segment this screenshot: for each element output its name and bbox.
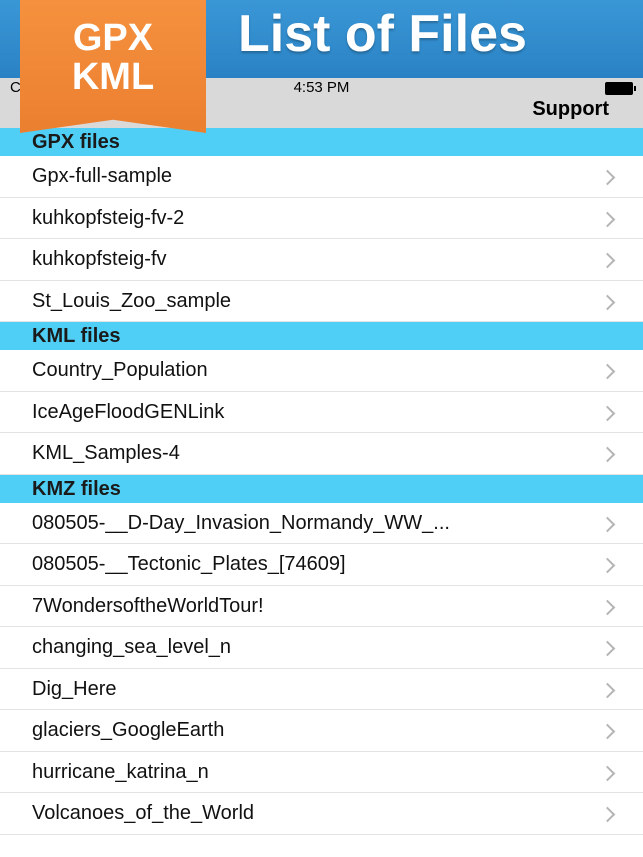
file-row[interactable]: hurricane_katrina_n [0, 751, 643, 793]
file-row[interactable]: 080505-__D-Day_Invasion_Normandy_WW_... [0, 502, 643, 544]
file-row[interactable]: Volcanoes_of_the_World [0, 793, 643, 835]
file-row[interactable]: Gpx-full-sample [0, 156, 643, 198]
chevron-right-icon [599, 557, 616, 574]
file-row[interactable]: changing_sea_level_n [0, 627, 643, 669]
file-name: changing_sea_level_n [32, 636, 232, 658]
file-row[interactable]: St_Louis_Zoo_sample [0, 280, 643, 322]
file-name: Volcanoes_of_the_World [32, 802, 255, 824]
file-name: kuhkopfsteig-fv-2 [32, 206, 185, 229]
chevron-right-icon [599, 405, 616, 421]
file-name: kuhkopfsteig-fv [32, 248, 167, 270]
file-name: 080505-__D-Day_Invasion_Normandy_WW_... [32, 511, 450, 534]
chevron-right-icon [599, 446, 616, 463]
format-badge: GPX KML [20, 0, 206, 133]
chevron-right-icon [599, 806, 616, 823]
file-list: GPX files Gpx-full-sample kuhkopfsteig-fv-… [0, 128, 643, 835]
badge-line-gpx: GPX [72, 17, 154, 59]
support-button[interactable]: Support [532, 98, 609, 120]
file-row[interactable]: Dig_Here [0, 668, 643, 710]
file-row[interactable]: 7WondersoftheWorldTour! [0, 585, 643, 627]
file-row[interactable]: kuhkopfsteig-fv-2 [0, 197, 643, 239]
section-header: KML files [0, 322, 643, 350]
chevron-right-icon [599, 169, 616, 186]
file-name: Dig_Here [32, 677, 117, 700]
section-header: GPX files [0, 128, 643, 156]
file-name: 7WondersoftheWorldTour! [32, 594, 264, 617]
file-row[interactable]: IceAgeFloodGENLink [0, 391, 643, 433]
chevron-right-icon [599, 211, 616, 227]
file-name: St_Louis_Zoo_sample [32, 289, 232, 312]
chevron-right-icon [599, 252, 616, 269]
file-row[interactable]: 080505-__Tectonic_Plates_[74609] [0, 544, 643, 586]
file-row[interactable]: Country_Population [0, 350, 643, 392]
chevron-right-icon [599, 765, 616, 781]
chevron-right-icon [599, 640, 616, 657]
badge-line-kml: KML [71, 56, 155, 98]
battery-icon [605, 82, 636, 95]
file-name: IceAgeFloodGENLink [32, 400, 225, 423]
file-name: Gpx-full-sample [32, 165, 173, 187]
chevron-right-icon [599, 294, 616, 310]
file-name: glaciers_GoogleEarth [32, 719, 225, 741]
file-name: 080505-__Tectonic_Plates_[74609] [32, 553, 346, 575]
file-row[interactable]: kuhkopfsteig-fv [0, 239, 643, 281]
chevron-right-icon [599, 599, 616, 615]
file-row[interactable]: KML_Samples-4 [0, 433, 643, 475]
chevron-right-icon [599, 363, 616, 380]
file-name: Country_Population [32, 359, 208, 381]
section-header: KMZ files [0, 474, 643, 503]
chevron-right-icon [599, 723, 616, 740]
chevron-right-icon [599, 516, 616, 532]
banner-title: List of Files [238, 5, 527, 63]
file-name: KML_Samples-4 [32, 442, 180, 464]
file-row[interactable]: glaciers_GoogleEarth [0, 710, 643, 752]
file-name: hurricane_katrina_n [32, 760, 209, 783]
chevron-right-icon [599, 682, 616, 698]
